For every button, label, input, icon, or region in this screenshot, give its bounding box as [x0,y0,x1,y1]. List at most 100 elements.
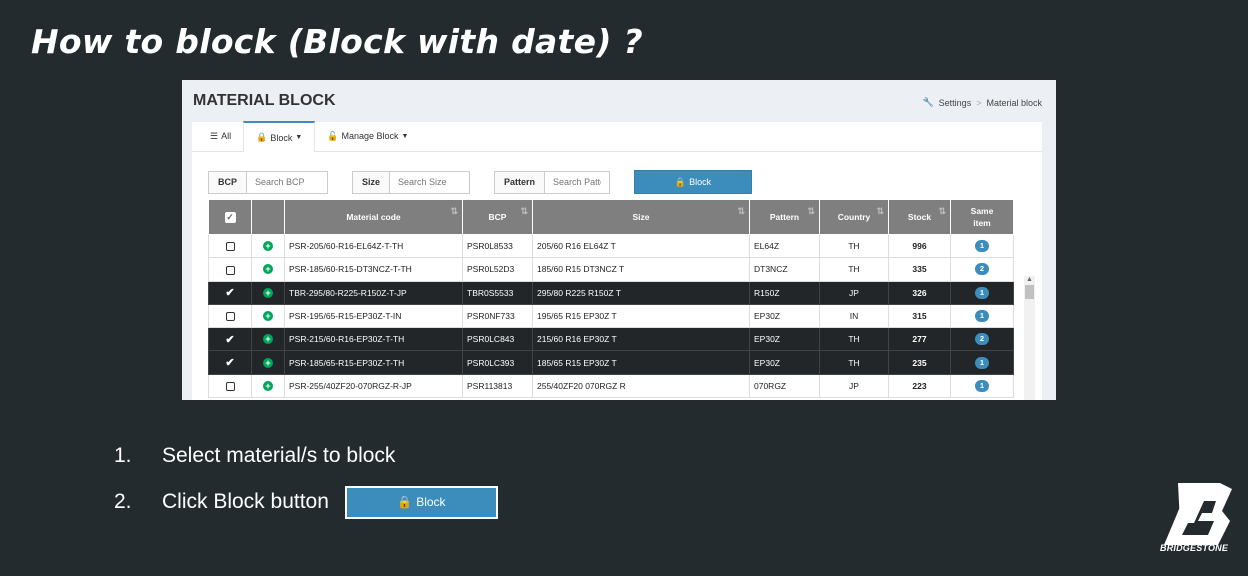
pattern-filter-label: Pattern [495,171,546,193]
country-cell: IN [819,303,889,329]
caret-down-icon: ▼ [401,132,409,140]
bcp-cell: PSR0L52D3 [462,257,533,282]
plus-circle-icon[interactable]: + [263,357,273,368]
tab-all[interactable]: ☰ All [198,121,243,151]
select-all-checkbox[interactable]: ✓ [224,211,236,223]
material-code-header[interactable]: Material code ⇅ [284,199,463,235]
size-cell: 295/80 R225 R150Z T [532,280,750,305]
row-checkbox[interactable] [225,265,235,275]
scroll-thumb[interactable] [1025,285,1034,299]
same-item-badge[interactable]: 1 [975,379,989,392]
vertical-scrollbar[interactable]: ▲ [1024,276,1035,400]
stock-header[interactable]: Stock ⇅ [888,199,951,235]
step-text: Click Block button [162,490,329,513]
country-header[interactable]: Country ⇅ [819,199,889,235]
sort-icon: ⇅ [876,206,884,216]
table-row[interactable]: + PSR-205/60-R16-EL64Z-T-TH PSR0L8533 205/6… [208,233,1014,259]
sort-icon: ⇅ [520,206,528,216]
same-item-header-label: Same item [970,206,994,228]
add-cell[interactable]: + [251,257,285,282]
breadcrumb-separator: > [976,97,982,108]
plus-circle-icon[interactable]: + [263,334,273,345]
pattern-cell: EP30Z [749,327,820,352]
checkbox-checked[interactable]: ✔ [225,287,234,299]
same-item-badge[interactable]: 2 [975,333,989,346]
same-item-badge[interactable]: 1 [975,356,989,369]
same-item-badge[interactable]: 1 [975,310,989,323]
step-1: 1. Select material/s to block [114,442,498,470]
sort-icon: ⇅ [737,206,745,216]
select-cell[interactable] [208,233,252,259]
pattern-search-input[interactable] [545,171,610,193]
table-row[interactable]: + PSR-255/40ZF20-070RGZ-R-JP PSR113813 255/… [208,373,1014,399]
caret-down-icon: ▼ [295,134,303,141]
checkbox-checked[interactable]: ✔ [225,357,234,369]
add-cell[interactable]: + [251,373,285,399]
sort-icon: ⇅ [450,206,458,216]
scroll-up-icon[interactable]: ▲ [1024,276,1035,283]
add-cell[interactable]: + [251,350,285,375]
select-cell[interactable]: ✔ [208,280,252,305]
table-row[interactable]: + PSR-185/60-R15-DT3NCZ-T-TH PSR0L52D3 185/… [208,257,1014,282]
tab-block[interactable]: 🔒 Block ▼ [243,121,316,152]
plus-circle-icon[interactable]: + [263,287,273,298]
add-cell[interactable]: + [251,327,285,352]
table-row[interactable]: ✔ + PSR-185/65-R15-EP30Z-T-TH PSR0LC393 185/… [208,350,1014,375]
stock-cell: 326 [888,280,951,305]
select-cell[interactable]: ✔ [208,350,252,375]
plus-circle-icon[interactable]: + [263,380,273,391]
same-item-header[interactable]: Same item [950,199,1014,235]
select-cell[interactable]: ✔ [208,327,252,352]
stock-cell: 996 [888,233,951,259]
tab-manage-block[interactable]: 🔓 Manage Block ▼ [315,121,420,151]
material-code-cell: PSR-205/60-R16-EL64Z-T-TH [284,233,463,259]
same-item-badge[interactable]: 2 [975,263,989,276]
stock-cell: 223 [888,373,951,399]
size-search-input[interactable] [390,171,470,193]
step-number: 2. [114,490,132,513]
same-item-badge[interactable]: 1 [975,240,989,253]
material-code-cell: PSR-185/60-R15-DT3NCZ-T-TH [284,257,463,282]
plus-circle-icon[interactable]: + [263,311,273,322]
step-text: Select material/s to block [162,444,396,467]
select-cell[interactable] [208,257,252,282]
bcp-cell: PSR0L8533 [462,233,533,259]
bcp-filter-label: BCP [209,171,248,193]
row-checkbox[interactable] [225,382,235,392]
same-item-badge[interactable]: 1 [975,286,989,299]
row-checkbox[interactable] [225,312,235,322]
bcp-header[interactable]: BCP ⇅ [462,199,533,235]
bcp-search-input[interactable] [247,171,328,193]
table-row[interactable]: + PSR-195/65-R15-EP30Z-T-IN PSR0NF733 195/6… [208,303,1014,329]
stock-cell: 335 [888,257,951,282]
pattern-cell: EP30Z [749,350,820,375]
select-all-header[interactable]: ✓ [208,199,252,235]
country-cell: TH [819,327,889,352]
same-item-cell: 1 [950,303,1014,329]
block-button[interactable]: 🔒 Block [634,170,753,194]
plus-circle-icon[interactable]: + [263,264,273,275]
checkbox-checked[interactable]: ✔ [225,334,234,346]
sort-icon: ⇅ [807,206,815,216]
content-panel: ☰ All 🔒 Block ▼ 🔓 Manage Block ▼ BCP Siz… [192,121,1042,400]
table-row[interactable]: ✔ + PSR-215/60-R16-EP30Z-T-TH PSR0LC843 215/… [208,327,1014,352]
table-row[interactable]: ✔ + TBR-295/80-R225-R150Z-T-JP TBR0S5533 295… [208,280,1014,305]
select-cell[interactable] [208,373,252,399]
same-item-cell: 2 [950,257,1014,282]
size-header[interactable]: Size ⇅ [532,199,750,235]
row-checkbox[interactable] [225,242,235,252]
select-cell[interactable] [208,303,252,329]
bcp-cell: PSR0LC393 [462,350,533,375]
material-code-cell: TBR-295/80-R225-R150Z-T-JP [284,280,463,305]
add-cell[interactable]: + [251,233,285,259]
block-button-illustration[interactable]: 🔒 Block [344,485,498,519]
size-header-label: Size [632,212,650,222]
pattern-header[interactable]: Pattern ⇅ [749,199,820,235]
size-filter-label: Size [353,171,391,193]
country-cell: JP [819,373,889,399]
add-cell[interactable]: + [251,303,285,329]
breadcrumb-settings[interactable]: Settings [939,98,972,108]
plus-circle-icon[interactable]: + [263,241,273,252]
add-cell[interactable]: + [251,280,285,305]
bcp-header-label: BCP [488,212,507,222]
